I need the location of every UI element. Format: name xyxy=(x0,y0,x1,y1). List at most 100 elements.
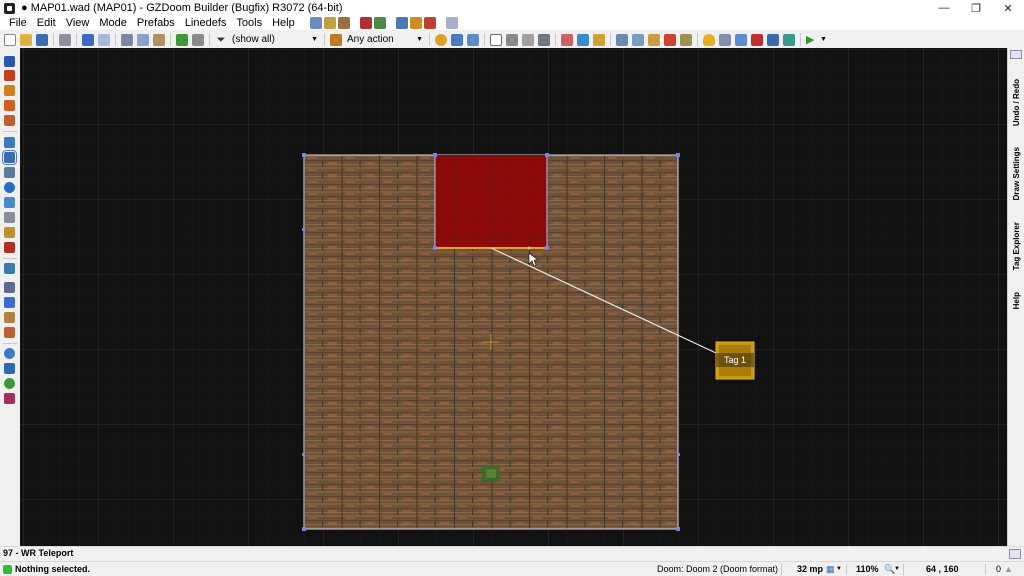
view-floors-icon[interactable] xyxy=(522,33,534,46)
menu-linedefs[interactable]: Linedefs xyxy=(180,16,232,30)
menu-edit[interactable]: Edit xyxy=(32,16,61,30)
find-replace-icon[interactable] xyxy=(616,33,628,46)
copy-icon[interactable] xyxy=(137,33,149,46)
draw-rectangle-icon[interactable] xyxy=(4,85,15,96)
error-check-icon[interactable] xyxy=(664,33,676,46)
sky-icon[interactable] xyxy=(767,33,779,46)
linedefs-mode-icon[interactable] xyxy=(2,150,17,165)
map-canvas[interactable]: Tag 1 xyxy=(20,48,1007,546)
3d-floor-mode-icon[interactable] xyxy=(4,263,15,274)
zoom-level[interactable]: 110% xyxy=(856,564,879,574)
menu-file[interactable]: File xyxy=(4,16,32,30)
test-map-icon[interactable] xyxy=(309,17,322,29)
insert-prefab-icon[interactable] xyxy=(176,33,188,46)
vertex[interactable] xyxy=(433,153,437,157)
vertex[interactable] xyxy=(676,527,680,531)
map-options-icon[interactable] xyxy=(373,17,386,29)
sound-environment-icon[interactable] xyxy=(4,242,15,253)
menu-view[interactable]: View xyxy=(61,16,95,30)
check-icon[interactable] xyxy=(4,363,15,374)
image-export-icon[interactable] xyxy=(4,393,15,404)
close-button[interactable]: ✕ xyxy=(992,0,1024,16)
menu-mode[interactable]: Mode xyxy=(94,16,132,30)
draw-grid-icon[interactable] xyxy=(4,115,15,126)
dock-pin-icon[interactable] xyxy=(1010,50,1022,59)
paste-properties-icon[interactable] xyxy=(577,33,589,46)
vertex[interactable] xyxy=(302,153,306,157)
dynamic-light-icon[interactable] xyxy=(719,33,731,46)
map-view[interactable] xyxy=(20,48,1007,546)
sector-tool-icon[interactable] xyxy=(409,17,422,29)
copy-properties-icon[interactable] xyxy=(561,33,573,46)
search-icon[interactable] xyxy=(4,348,15,359)
tab-help[interactable]: Help xyxy=(1008,286,1024,316)
transform-icon[interactable] xyxy=(4,297,15,308)
undo-icon[interactable] xyxy=(82,33,94,46)
vertex[interactable] xyxy=(302,527,306,531)
minimize-button[interactable]: — xyxy=(928,0,960,16)
sectors-mode-icon[interactable] xyxy=(4,167,15,178)
vertex[interactable] xyxy=(676,153,680,157)
tab-tag-explorer[interactable]: Tag Explorer xyxy=(1008,216,1024,276)
map-analysis-icon[interactable] xyxy=(632,33,644,46)
prefab-icon[interactable] xyxy=(192,33,204,46)
fog-icon[interactable] xyxy=(751,33,763,46)
menu-help[interactable]: Help xyxy=(267,16,300,30)
view-normal-icon[interactable] xyxy=(490,33,502,46)
grid-icon[interactable]: ▦ xyxy=(826,564,835,575)
brightness-icon[interactable] xyxy=(435,33,447,46)
event-lines-icon[interactable] xyxy=(783,33,795,46)
paste-special-icon[interactable] xyxy=(593,33,605,46)
vertex[interactable] xyxy=(433,246,437,250)
menu-prefabs[interactable]: Prefabs xyxy=(132,16,180,30)
resources-icon[interactable] xyxy=(337,17,350,29)
things-filter-icon[interactable] xyxy=(359,17,372,29)
draw-ellipse-icon[interactable] xyxy=(4,100,15,111)
new-map-icon[interactable] xyxy=(4,33,16,46)
slope-mode-icon[interactable] xyxy=(4,282,15,293)
things-filter-dropdown[interactable]: (show all) ▼ xyxy=(229,33,321,47)
script-editor-icon[interactable] xyxy=(323,17,336,29)
color-picker-icon[interactable] xyxy=(4,378,15,389)
merge-tool-icon[interactable] xyxy=(423,17,436,29)
draw-curve-icon[interactable] xyxy=(4,70,15,81)
texture-browser-icon[interactable] xyxy=(648,33,660,46)
snap-icon[interactable] xyxy=(467,33,479,46)
open-map-icon[interactable] xyxy=(20,33,32,46)
texture-icon[interactable] xyxy=(680,33,692,46)
chevron-down-icon[interactable]: ▼ xyxy=(894,566,900,572)
play-icon[interactable]: ▶ xyxy=(806,34,818,46)
paste-icon[interactable] xyxy=(153,33,165,46)
menu-tools[interactable]: Tools xyxy=(231,16,267,30)
redo-icon[interactable] xyxy=(98,33,110,46)
vertices-mode-icon[interactable] xyxy=(4,137,15,148)
vertex[interactable] xyxy=(545,246,549,250)
chevron-down-icon[interactable]: ▼ xyxy=(836,566,842,572)
tab-undo-redo[interactable]: Undo / Redo xyxy=(1008,68,1024,138)
filter-icon[interactable]: ⏷ xyxy=(215,34,227,46)
sound-propagation-icon[interactable] xyxy=(4,227,15,238)
tab-draw-settings[interactable]: Draw Settings xyxy=(1008,142,1024,206)
tag-tool-icon[interactable] xyxy=(445,17,458,29)
models-icon[interactable] xyxy=(735,33,747,46)
visual-mode-icon[interactable] xyxy=(4,197,15,208)
grid-size[interactable]: 32 mp xyxy=(797,564,823,574)
draw-lines-icon[interactable] xyxy=(4,56,15,67)
make-sectors-icon[interactable] xyxy=(4,212,15,223)
vertex[interactable] xyxy=(545,153,549,157)
action-filter-dropdown[interactable]: Any action ▼ xyxy=(344,33,426,47)
save-map-icon[interactable] xyxy=(36,33,48,46)
vertex[interactable] xyxy=(302,228,305,231)
line-tool-icon[interactable] xyxy=(395,17,408,29)
view-ceilings-icon[interactable] xyxy=(538,33,550,46)
view-brightness-icon[interactable] xyxy=(506,33,518,46)
vertex[interactable] xyxy=(302,453,305,456)
vertex[interactable] xyxy=(677,453,680,456)
chevron-down-icon[interactable]: ▼ xyxy=(820,36,827,43)
warning-icon[interactable]: ▲ xyxy=(1004,564,1013,574)
expand-info-icon[interactable] xyxy=(1009,549,1021,559)
cut-icon[interactable] xyxy=(121,33,133,46)
grid-icon[interactable] xyxy=(451,33,463,46)
bridge-icon[interactable] xyxy=(4,327,15,338)
warnings-count[interactable]: 0 xyxy=(996,564,1001,574)
